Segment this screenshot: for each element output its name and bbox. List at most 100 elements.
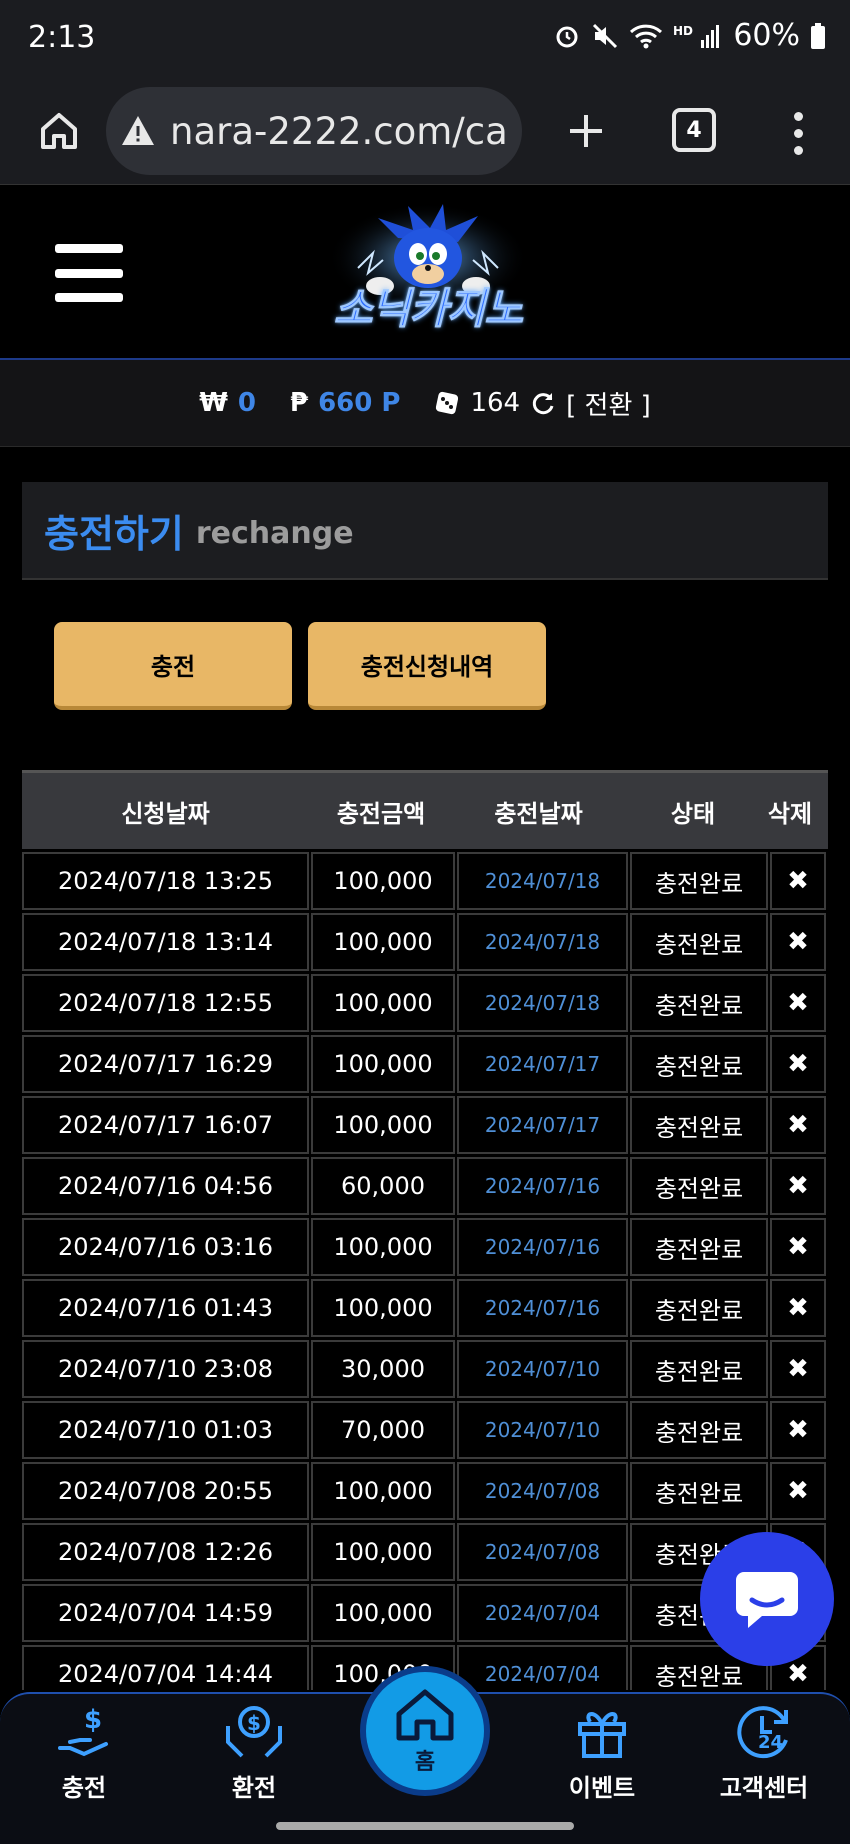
nav-support[interactable]: 24 고객센터 [704, 1702, 824, 1820]
cell-request-date: 2024/07/04 14:59 [22, 1584, 309, 1642]
chat-button[interactable] [700, 1532, 834, 1666]
hamburger-icon[interactable] [55, 244, 123, 302]
cell-status: 충전완료 [630, 1218, 768, 1276]
delete-icon[interactable]: ✖ [770, 1401, 826, 1459]
plus-icon [570, 115, 602, 147]
more-icon [793, 111, 803, 121]
cell-charge-date: 2024/07/04 [457, 1645, 628, 1690]
cell-request-date: 2024/07/16 04:56 [22, 1157, 309, 1215]
cell-charge-date: 2024/07/10 [457, 1340, 628, 1398]
cell-request-date: 2024/07/17 16:07 [22, 1096, 309, 1154]
gesture-bar[interactable] [276, 1822, 574, 1830]
cell-status: 충전완료 [630, 1157, 768, 1215]
nav-exchange-label: 환전 [231, 1774, 277, 1802]
point-symbol: ₱ [289, 388, 309, 418]
battery-percent: 60% [733, 18, 800, 53]
cell-amount: 70,000 [311, 1401, 455, 1459]
charge-history-button[interactable]: 충전신청내역 [308, 622, 546, 710]
cell-amount: 100,000 [311, 1523, 455, 1581]
delete-icon[interactable]: ✖ [770, 1157, 826, 1215]
switch-button[interactable]: [ 전환 ] [566, 385, 651, 422]
cell-status: 충전완료 [630, 1401, 768, 1459]
nav-event-label: 이벤트 [568, 1774, 636, 1802]
won-symbol: ₩ [199, 388, 228, 418]
nav-support-label: 고객센터 [719, 1774, 809, 1802]
table-row: 2024/07/10 01:03 70,000 2024/07/10 충전완료 ✖ [22, 1401, 828, 1459]
page-title-korean: 충전하기 [44, 511, 184, 556]
cell-amount: 100,000 [311, 1462, 455, 1520]
chat-icon [736, 1572, 798, 1628]
tab-switcher-button[interactable]: 4 [672, 108, 716, 152]
nav-charge-label: 충전 [61, 1774, 107, 1802]
delete-icon[interactable]: ✖ [770, 1218, 826, 1276]
table-row: 2024/07/18 12:55 100,000 2024/07/18 충전완료 ✖ [22, 974, 828, 1032]
table-header: 신청날짜 충전금액 충전날짜 상태 삭제 [22, 770, 828, 849]
delete-icon[interactable]: ✖ [770, 1096, 826, 1154]
nav-home[interactable]: 홈 [360, 1666, 490, 1796]
site-header: 소닉카지노 [0, 186, 850, 360]
cell-request-date: 2024/07/16 03:16 [22, 1218, 309, 1276]
new-tab-button[interactable] [555, 100, 617, 162]
svg-text:HD: HD [673, 24, 693, 38]
site-logo[interactable]: 소닉카지노 [318, 198, 538, 348]
cell-amount: 100,000 [311, 1035, 455, 1093]
header-charge-date: 충전날짜 [494, 799, 583, 828]
cell-status: 충전완료 [630, 913, 768, 971]
status-bar: 2:13 HD 60% [0, 0, 850, 78]
charge-button[interactable]: 충전 [54, 622, 292, 710]
delete-icon[interactable]: ✖ [770, 1279, 826, 1337]
hands-dollar-icon: $ [226, 1706, 282, 1758]
nav-event[interactable]: 이벤트 [542, 1702, 662, 1820]
browser-home-button[interactable] [28, 100, 90, 162]
battery-icon [811, 22, 825, 49]
table-row: 2024/07/16 03:16 100,000 2024/07/16 충전완료 ✖ [22, 1218, 828, 1276]
cell-status: 충전완료 [630, 974, 768, 1032]
cell-amount: 100,000 [311, 1096, 455, 1154]
page-title-english: rechange [195, 515, 354, 551]
header-amount: 충전금액 [336, 799, 426, 828]
table-row: 2024/07/18 13:25 100,000 2024/07/18 충전완료 ✖ [22, 852, 828, 910]
wifi-icon [630, 24, 663, 48]
cell-amount: 100,000 [311, 1218, 455, 1276]
cell-charge-date: 2024/07/17 [457, 1096, 628, 1154]
cell-charge-date: 2024/07/18 [457, 974, 628, 1032]
cell-amount: 100,000 [311, 974, 455, 1032]
dice-icon [436, 391, 459, 415]
cell-amount: 100,000 [311, 1584, 455, 1642]
cell-request-date: 2024/07/04 14:44 [22, 1645, 309, 1690]
cell-charge-date: 2024/07/04 [457, 1584, 628, 1642]
table-row: 2024/07/17 16:07 100,000 2024/07/17 충전완료 ✖ [22, 1096, 828, 1154]
warning-icon [122, 116, 154, 145]
svg-text:$: $ [84, 1705, 102, 1735]
cell-charge-date: 2024/07/16 [457, 1279, 628, 1337]
browser-menu-button[interactable] [778, 102, 818, 164]
gift-icon [578, 1712, 626, 1758]
cell-status: 충전완료 [630, 1462, 768, 1520]
chip-balance: 164 [470, 388, 521, 418]
nav-exchange[interactable]: $ 환전 [194, 1702, 314, 1820]
cell-charge-date: 2024/07/08 [457, 1523, 628, 1581]
table-row: 2024/07/16 04:56 60,000 2024/07/16 충전완료 ✖ [22, 1157, 828, 1215]
cell-request-date: 2024/07/18 12:55 [22, 974, 309, 1032]
delete-icon[interactable]: ✖ [770, 1035, 826, 1093]
cell-amount: 100,000 [311, 913, 455, 971]
delete-icon[interactable]: ✖ [770, 913, 826, 971]
delete-icon[interactable]: ✖ [770, 974, 826, 1032]
delete-icon[interactable]: ✖ [770, 1462, 826, 1520]
table-row: 2024/07/18 13:14 100,000 2024/07/18 충전완료 ✖ [22, 913, 828, 971]
cell-amount: 100,000 [311, 1279, 455, 1337]
refresh-icon[interactable] [530, 390, 556, 416]
cell-amount: 100,000 [311, 852, 455, 910]
tab-count: 4 [686, 117, 702, 143]
header-delete: 삭제 [767, 799, 813, 828]
delete-icon[interactable]: ✖ [770, 1340, 826, 1398]
nav-charge[interactable]: $ 충전 [24, 1702, 144, 1820]
address-bar[interactable]: nara-2222.com/ca [106, 87, 522, 175]
charge-history-table: 신청날짜 충전금액 충전날짜 상태 삭제 2024/07/18 13:25 100… [22, 770, 828, 1690]
home-icon [41, 113, 77, 149]
logo-text: 소닉카지노 [333, 284, 523, 334]
balance-bar: ₩ 0 ₱ 660 P 164 [ 전환 ] [0, 360, 850, 447]
browser-toolbar: nara-2222.com/ca 4 [0, 78, 850, 185]
mute-icon [593, 23, 618, 48]
delete-icon[interactable]: ✖ [770, 852, 826, 910]
